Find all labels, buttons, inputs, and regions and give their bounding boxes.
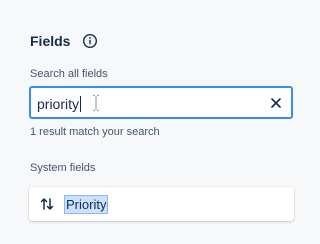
search-input-value: priority	[37, 96, 82, 112]
info-icon[interactable]	[82, 33, 98, 49]
close-icon[interactable]	[269, 96, 283, 110]
panel-header: Fields	[30, 33, 98, 49]
search-input[interactable]: priority	[29, 86, 293, 119]
search-result-count: 1 result match your search	[30, 126, 160, 138]
panel-title: Fields	[30, 33, 71, 49]
fields-panel: Fields Search all fields priority 1 resu…	[0, 0, 318, 244]
search-value-text: priority	[37, 96, 80, 112]
sort-arrows-icon	[39, 196, 55, 212]
ibeam-cursor-icon	[91, 94, 101, 112]
field-item-label: Priority	[63, 194, 109, 214]
search-label: Search all fields	[30, 68, 108, 80]
text-caret	[80, 96, 82, 112]
field-item-priority[interactable]: Priority	[29, 187, 294, 221]
system-fields-label: System fields	[30, 162, 96, 174]
